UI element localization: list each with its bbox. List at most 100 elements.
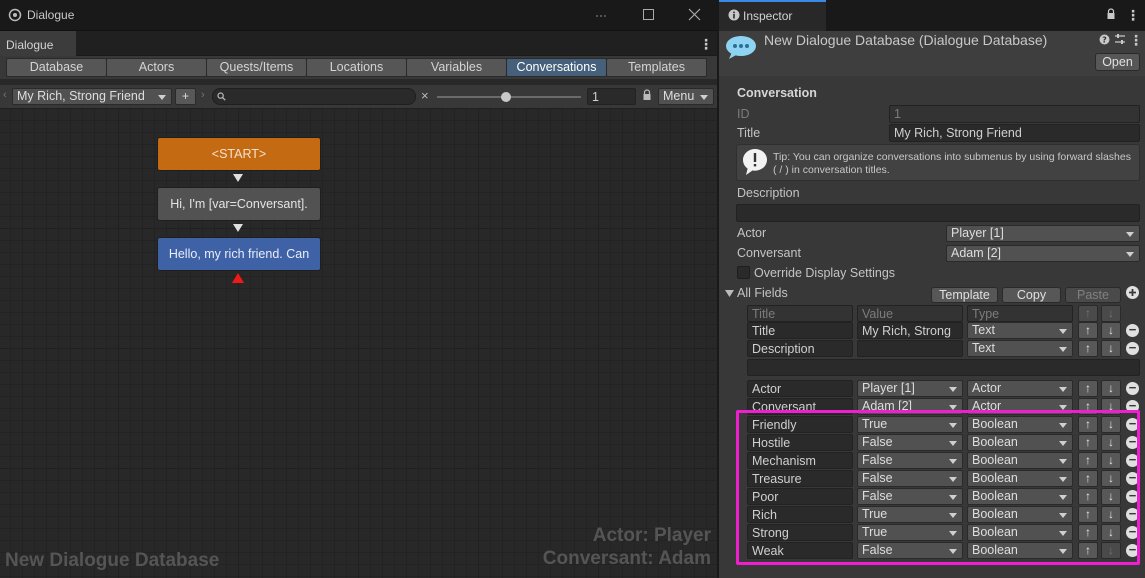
move-up-button[interactable]: ↑	[1078, 452, 1098, 469]
field-value-select[interactable]: False	[857, 542, 963, 559]
field-value-select[interactable]: True	[857, 524, 963, 541]
field-value-select[interactable]: True	[857, 506, 963, 523]
add-conversation-button[interactable]: +	[175, 88, 196, 105]
remove-field-icon[interactable]: −	[1126, 525, 1139, 539]
move-up-button[interactable]: ↑	[1078, 398, 1098, 415]
remove-field-icon[interactable]: −	[1126, 381, 1139, 395]
field-title[interactable]: Poor	[747, 488, 853, 505]
move-up-button[interactable]: ↑	[1078, 322, 1098, 339]
field-title[interactable]: Treasure	[747, 470, 853, 487]
field-type-select[interactable]: Boolean	[967, 488, 1073, 505]
more-options-icon[interactable]: ⋮	[1126, 4, 1140, 26]
npc-dialogue-node[interactable]: Hi, I'm [var=Conversant].	[157, 187, 321, 221]
field-title[interactable]: Title	[747, 322, 853, 339]
field-value-input[interactable]	[857, 340, 963, 357]
clear-search-button[interactable]: ×	[421, 88, 429, 103]
field-title[interactable]: Actor	[747, 380, 853, 397]
remove-field-icon[interactable]: −	[1126, 399, 1139, 413]
move-up-button[interactable]: ↑	[1078, 434, 1098, 451]
move-down-button[interactable]: ↓	[1101, 416, 1121, 433]
move-up-button[interactable]: ↑	[1078, 470, 1098, 487]
field-title[interactable]: Strong	[747, 524, 853, 541]
copy-button[interactable]: Copy	[1002, 287, 1061, 303]
remove-field-icon[interactable]: −	[1126, 341, 1139, 355]
help-icon[interactable]: ?	[1099, 34, 1110, 45]
tab-database[interactable]: Database	[6, 58, 107, 77]
tab-actors[interactable]: Actors	[106, 58, 207, 77]
tab-quests-items[interactable]: Quests/Items	[206, 58, 307, 77]
move-up-button[interactable]: ↑	[1078, 506, 1098, 523]
context-menu-icon[interactable]: ⋮	[1129, 29, 1143, 51]
remove-field-icon[interactable]: −	[1126, 489, 1139, 503]
move-down-button[interactable]: ↓	[1101, 542, 1121, 559]
field-type-select[interactable]: Boolean	[967, 506, 1073, 523]
zoom-value-field[interactable]: 1	[587, 88, 636, 105]
field-title[interactable]: Weak	[747, 542, 853, 559]
move-up-button[interactable]: ↑	[1078, 542, 1098, 559]
field-value-select[interactable]: False	[857, 488, 963, 505]
move-down-button[interactable]: ↓	[1101, 340, 1121, 357]
field-title[interactable]: Hostile	[747, 434, 853, 451]
field-title[interactable]: Conversant	[747, 398, 853, 415]
conversant-select[interactable]: Adam [2]	[946, 245, 1140, 262]
zoom-slider-thumb[interactable]	[501, 92, 511, 102]
preset-sliders-icon[interactable]	[1114, 33, 1126, 45]
field-title[interactable]: Mechanism	[747, 452, 853, 469]
field-type-select[interactable]: Actor	[967, 380, 1073, 397]
lock-icon[interactable]	[642, 89, 652, 101]
tab-conversations[interactable]: Conversations	[506, 58, 607, 77]
move-down-button[interactable]: ↓	[1101, 380, 1121, 397]
field-type-select[interactable]: Boolean	[967, 434, 1073, 451]
field-value-select[interactable]: False	[857, 452, 963, 469]
override-checkbox[interactable]	[737, 266, 750, 279]
paste-button[interactable]: Paste	[1065, 287, 1121, 303]
field-value-input[interactable]: My Rich, Strong	[857, 322, 963, 339]
tab-variables[interactable]: Variables	[406, 58, 507, 77]
window-dots-icon[interactable]	[594, 9, 608, 23]
actor-select[interactable]: Player [1]	[946, 225, 1140, 242]
field-title[interactable]: Description	[747, 340, 853, 357]
field-value-select[interactable]: False	[857, 470, 963, 487]
move-down-button[interactable]: ↓	[1101, 452, 1121, 469]
remove-field-icon[interactable]: −	[1126, 543, 1139, 557]
move-up-button[interactable]: ↑	[1078, 524, 1098, 541]
tab-templates[interactable]: Templates	[606, 58, 707, 77]
back-arrow-icon[interactable]: ‹	[3, 89, 7, 101]
move-down-button[interactable]: ↓	[1101, 488, 1121, 505]
remove-field-icon[interactable]: −	[1126, 435, 1139, 449]
field-type-select[interactable]: Actor	[967, 398, 1073, 415]
remove-field-icon[interactable]: −	[1126, 417, 1139, 431]
remove-field-icon[interactable]: −	[1126, 471, 1139, 485]
field-type-select[interactable]: Text	[967, 322, 1073, 339]
field-type-select[interactable]: Boolean	[967, 542, 1073, 559]
field-type-select[interactable]: Text	[967, 340, 1073, 357]
foldout-arrow-icon[interactable]	[725, 289, 734, 298]
field-type-select[interactable]: Boolean	[967, 524, 1073, 541]
field-value-select[interactable]: False	[857, 434, 963, 451]
field-type-select[interactable]: Boolean	[967, 416, 1073, 433]
remove-field-icon[interactable]: −	[1126, 453, 1139, 467]
close-icon[interactable]	[688, 8, 701, 21]
field-type-select[interactable]: Boolean	[967, 452, 1073, 469]
move-up-button[interactable]: ↑	[1078, 380, 1098, 397]
move-down-button[interactable]: ↓	[1101, 322, 1121, 339]
node-canvas[interactable]	[0, 108, 717, 578]
field-value-select[interactable]: Adam [2]	[857, 398, 963, 415]
maximize-icon[interactable]	[642, 8, 655, 21]
move-down-button[interactable]: ↓	[1101, 470, 1121, 487]
search-input[interactable]	[212, 88, 416, 105]
field-type-select[interactable]: Boolean	[967, 470, 1073, 487]
template-button[interactable]: Template	[931, 287, 998, 303]
player-dialogue-node[interactable]: Hello, my rich friend. Can	[157, 237, 321, 271]
forward-arrow-icon[interactable]: ›	[201, 89, 205, 101]
field-title[interactable]: Friendly	[747, 416, 853, 433]
tab-locations[interactable]: Locations	[306, 58, 407, 77]
conversation-select[interactable]: My Rich, Strong Friend	[12, 88, 172, 105]
lock-icon[interactable]	[1106, 8, 1116, 20]
description-value-area[interactable]	[747, 359, 1140, 376]
remove-field-icon[interactable]: −	[1126, 507, 1139, 521]
open-button[interactable]: Open	[1095, 53, 1140, 71]
move-down-button[interactable]: ↓	[1101, 398, 1121, 415]
description-field[interactable]	[736, 204, 1140, 222]
move-down-button[interactable]: ↓	[1101, 506, 1121, 523]
